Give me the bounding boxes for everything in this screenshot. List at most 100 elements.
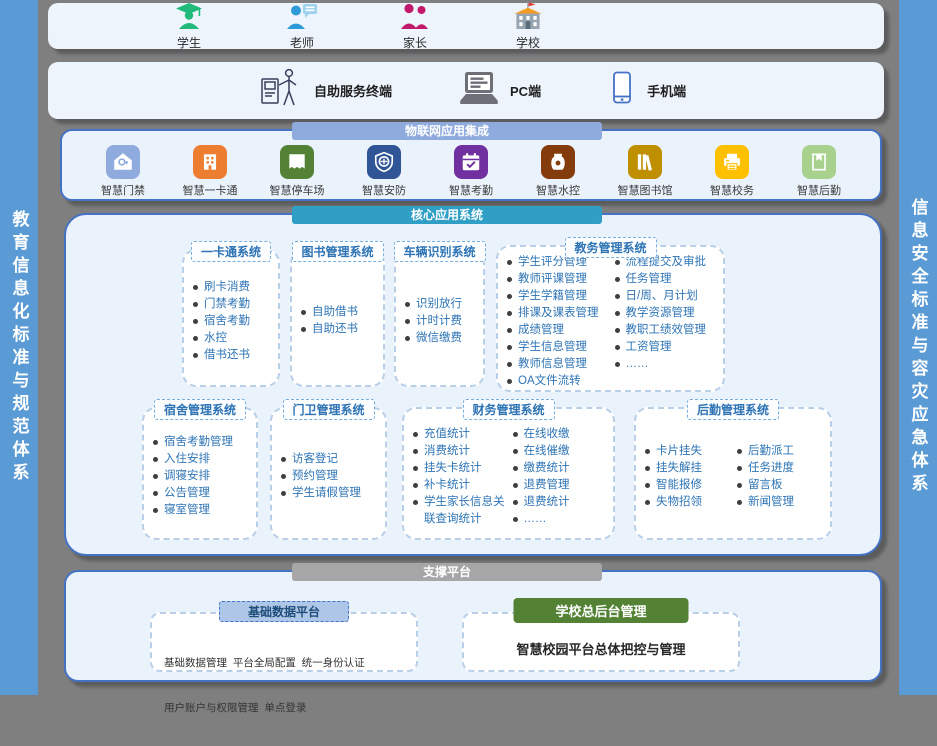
feature-item: 充值统计 <box>413 426 511 443</box>
bullet-icon <box>405 319 410 324</box>
base-data-platform-title: 基础数据平台 <box>219 601 349 622</box>
right-security-pillar: 信息安全标准与容灾应急体系 <box>899 0 937 695</box>
iot-item-door-access: 智慧门禁 <box>90 145 156 198</box>
bullet-icon <box>153 508 158 513</box>
feature-item: 挂失卡统计 <box>413 460 511 477</box>
feature-item: 消费统计 <box>413 443 511 460</box>
feature-label: 挂失解挂 <box>656 460 702 477</box>
feature-label: 消费统计 <box>424 443 470 460</box>
feature-column: 自助借书自助还书 <box>301 304 380 338</box>
audience-row: 学生老师家长学校 <box>48 3 884 49</box>
feature-item: 微信缴费 <box>405 330 480 347</box>
feature-column: 在线收缴在线催缴缴费统计退费管理退费统计…… <box>513 426 611 528</box>
feature-item: 挂失解挂 <box>645 460 735 477</box>
feature-label: 自助借书 <box>312 304 358 321</box>
feature-column: 充值统计消费统计挂失卡统计补卡统计学生家长信息关联查询统计 <box>413 426 511 528</box>
system-feature-columns: 学生评分管理教师评课管理学生学籍管理排课及课表管理成绩管理学生信息管理教师信息管… <box>498 246 723 392</box>
logistics-icon <box>802 145 836 179</box>
terminal-label-kiosk: 自助服务终端 <box>314 81 392 100</box>
library-books-icon <box>628 145 662 179</box>
feature-label: 访客登记 <box>292 451 338 468</box>
feature-label: 充值统计 <box>424 426 470 443</box>
audience-item-parent: 家长 <box>386 2 444 51</box>
support-panel-header: 支撑平台 <box>292 563 602 581</box>
feature-label: 失物招领 <box>656 494 702 511</box>
system-title-onecard-system: 一卡通系统 <box>191 241 271 262</box>
feature-label: 任务进度 <box>748 460 794 477</box>
bullet-icon <box>193 302 198 307</box>
terminal-item-mobile: 手机端 <box>607 71 686 110</box>
feature-column: 访客登记预约管理学生请假管理 <box>281 451 382 502</box>
feature-label: 宿舍考勤 <box>204 313 250 330</box>
bullet-icon <box>507 345 512 350</box>
bullet-icon <box>513 432 518 437</box>
feature-label: 自助还书 <box>312 321 358 338</box>
iot-label-water-control: 智慧水控 <box>536 182 580 198</box>
bullet-icon <box>413 432 418 437</box>
iot-item-security: 智慧安防 <box>351 145 417 198</box>
feature-item: 借书还书 <box>193 347 275 364</box>
bullet-icon <box>645 449 650 454</box>
bullet-icon <box>615 260 620 265</box>
feature-item: 新闻管理 <box>737 494 827 511</box>
bullet-icon <box>153 440 158 445</box>
feature-label: 学生学籍管理 <box>518 288 587 305</box>
bullet-icon <box>153 457 158 462</box>
security-shield-icon <box>367 145 401 179</box>
school-affairs-icon <box>715 145 749 179</box>
bullet-icon <box>405 302 410 307</box>
kiosk-icon <box>258 67 304 114</box>
bullet-icon <box>513 449 518 454</box>
feature-item: 工资管理 <box>615 339 721 356</box>
left-pillar-label: 教育信息化标准与规范体系 <box>7 210 32 486</box>
feature-item: 自助借书 <box>301 304 380 321</box>
bullet-icon <box>737 466 742 471</box>
feature-label: 智能报修 <box>656 477 702 494</box>
attendance-calendar-icon <box>454 145 488 179</box>
bullet-icon <box>513 500 518 505</box>
feature-item: 刷卡消费 <box>193 279 275 296</box>
base-data-platform-box: 基础数据平台 基础数据管理 平台全局配置 统一身份认证 用户账户与权限管理 单点… <box>150 612 418 672</box>
feature-item: 公告管理 <box>153 485 253 502</box>
iot-item-attendance: 智慧考勤 <box>438 145 504 198</box>
feature-item: …… <box>615 356 721 373</box>
water-control-icon <box>541 145 575 179</box>
feature-label: 补卡统计 <box>424 477 470 494</box>
feature-label: 工资管理 <box>626 339 672 356</box>
iot-item-logistics: 智慧后勤 <box>786 145 852 198</box>
feature-label: 刷卡消费 <box>204 279 250 296</box>
left-standards-pillar: 教育信息化标准与规范体系 <box>0 0 38 695</box>
feature-item: 学生学籍管理 <box>507 288 613 305</box>
bullet-icon <box>645 483 650 488</box>
feature-item: 留言板 <box>737 477 827 494</box>
feature-item: 失物招领 <box>645 494 735 511</box>
feature-item: 计时计费 <box>405 313 480 330</box>
core-panel-header: 核心应用系统 <box>292 206 602 224</box>
iot-panel-header: 物联网应用集成 <box>292 122 602 140</box>
system-box-academic-system: 教务管理系统学生评分管理教师评课管理学生学籍管理排课及课表管理成绩管理学生信息管… <box>496 245 725 392</box>
feature-label: 挂失卡统计 <box>424 460 482 477</box>
feature-label: 寝室管理 <box>164 502 210 519</box>
feature-item: 日/周、月计划 <box>615 288 721 305</box>
feature-label: 任务管理 <box>626 271 672 288</box>
system-title-logistics-system: 后勤管理系统 <box>687 399 779 420</box>
system-box-library-system: 图书管理系统自助借书自助还书 <box>290 249 385 387</box>
bullet-icon <box>507 311 512 316</box>
feature-label: 门禁考勤 <box>204 296 250 313</box>
bullet-icon <box>507 260 512 265</box>
feature-label: 教学资源管理 <box>626 305 695 322</box>
audience-label-parent: 家长 <box>403 34 427 51</box>
feature-label: …… <box>524 511 547 528</box>
feature-item: 水控 <box>193 330 275 347</box>
feature-label: 退费统计 <box>524 494 570 511</box>
feature-item: 教师评课管理 <box>507 271 613 288</box>
terminals-row: 自助服务终端PC端手机端 <box>48 62 884 119</box>
iot-item-onecard: 智慧一卡通 <box>177 145 243 198</box>
iot-item-library: 智慧图书馆 <box>612 145 678 198</box>
system-box-vehicle-system: 车辆识别系统识别放行计时计费微信缴费 <box>394 249 485 387</box>
audience-label-teacher: 老师 <box>290 34 314 51</box>
feature-column: 后勤派工任务进度留言板新闻管理 <box>737 443 827 511</box>
base-feature-line-1: 基础数据管理 平台全局配置 统一身份认证 <box>164 656 408 671</box>
feature-label: 卡片挂失 <box>656 443 702 460</box>
bullet-icon <box>615 345 620 350</box>
